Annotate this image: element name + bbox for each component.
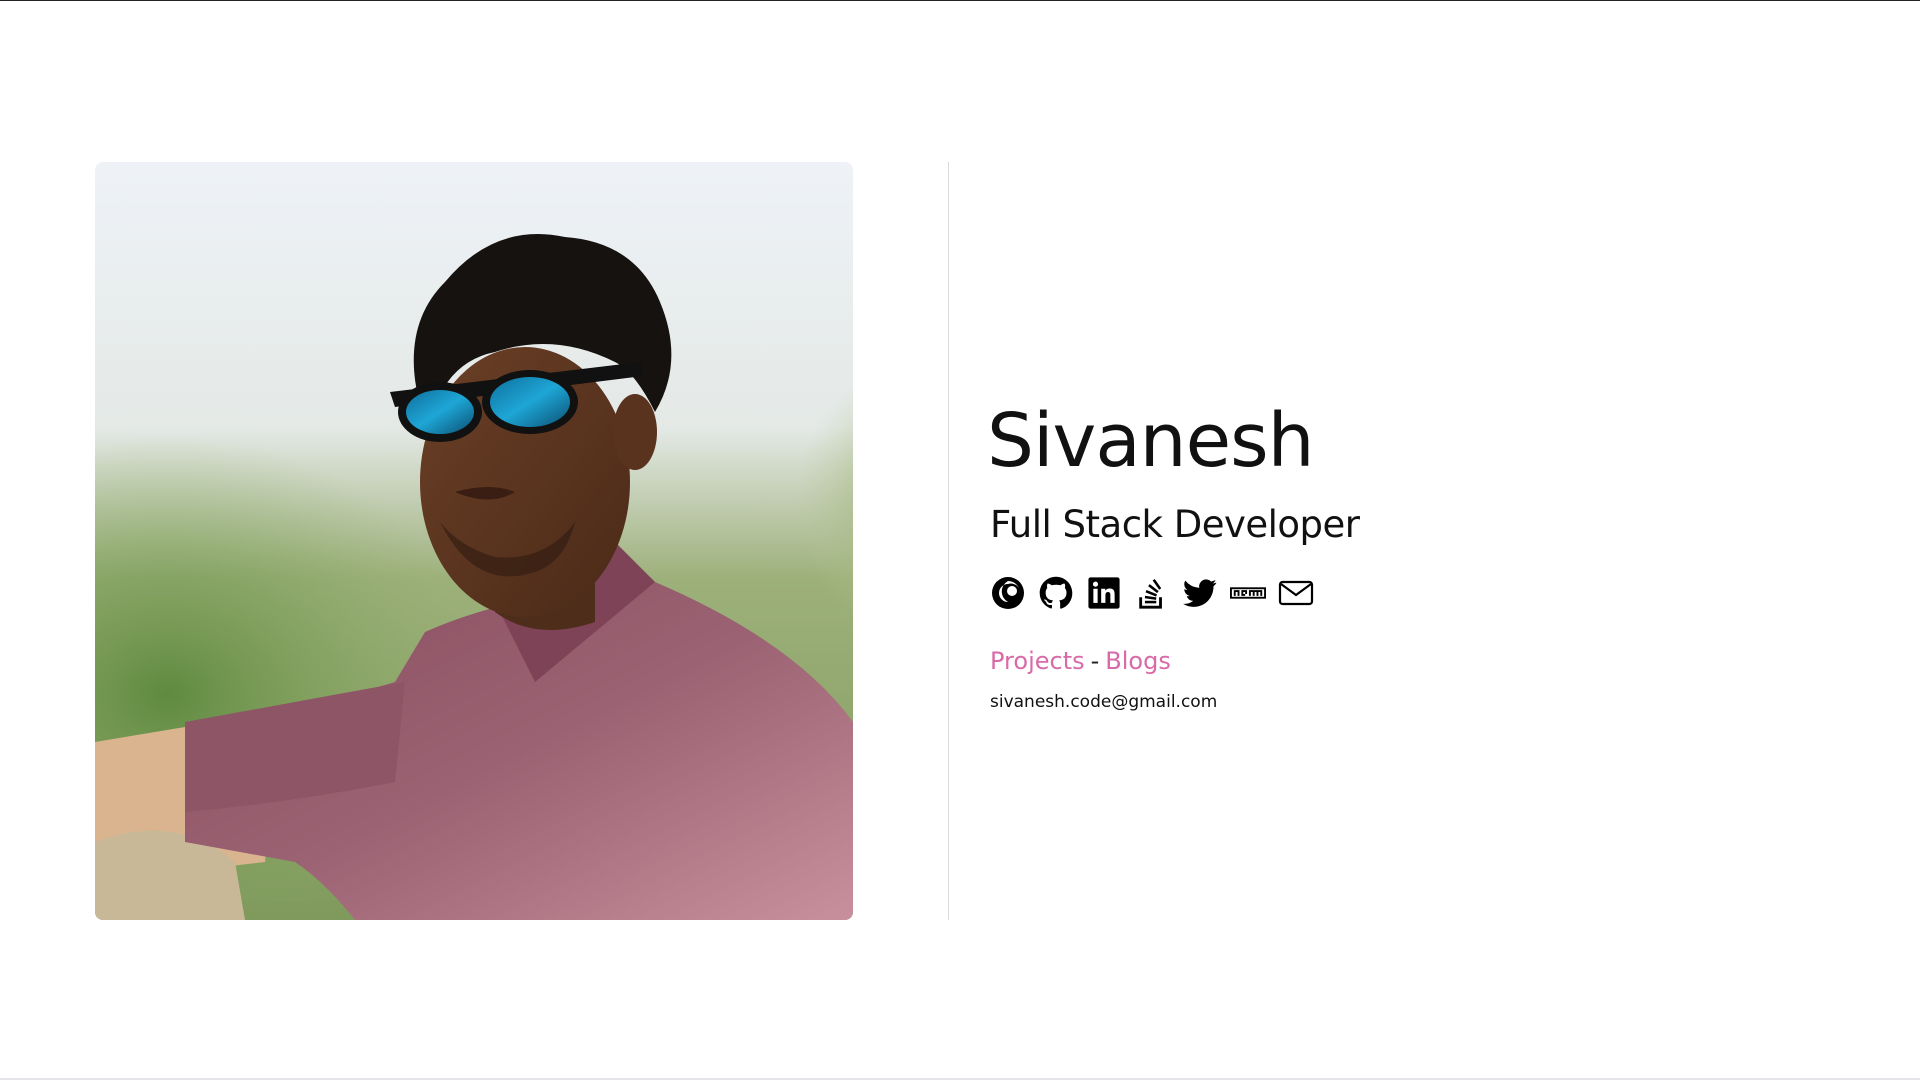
nav-links: Projects - Blogs xyxy=(990,649,1790,673)
profile-role: Full Stack Developer xyxy=(990,503,1360,546)
top-border xyxy=(0,0,1920,1)
pokeball-icon[interactable] xyxy=(990,575,1026,611)
stackoverflow-icon[interactable] xyxy=(1134,575,1170,611)
linkedin-icon[interactable] xyxy=(1086,575,1122,611)
links-separator: - xyxy=(1090,647,1100,675)
profile-name: Sivanesh xyxy=(987,398,1315,484)
projects-link[interactable]: Projects xyxy=(990,647,1085,675)
vertical-divider xyxy=(948,162,949,920)
mail-icon[interactable] xyxy=(1278,575,1314,611)
twitter-icon[interactable] xyxy=(1182,575,1218,611)
github-icon[interactable] xyxy=(1038,575,1074,611)
blogs-link[interactable]: Blogs xyxy=(1105,647,1171,675)
email-text: sivanesh.code@gmail.com xyxy=(990,692,1218,712)
social-links xyxy=(990,573,1790,613)
npm-icon[interactable] xyxy=(1230,575,1266,611)
profile-photo xyxy=(95,162,853,920)
profile-info: Sivanesh Full Stack Developer Projects -… xyxy=(987,390,1790,712)
